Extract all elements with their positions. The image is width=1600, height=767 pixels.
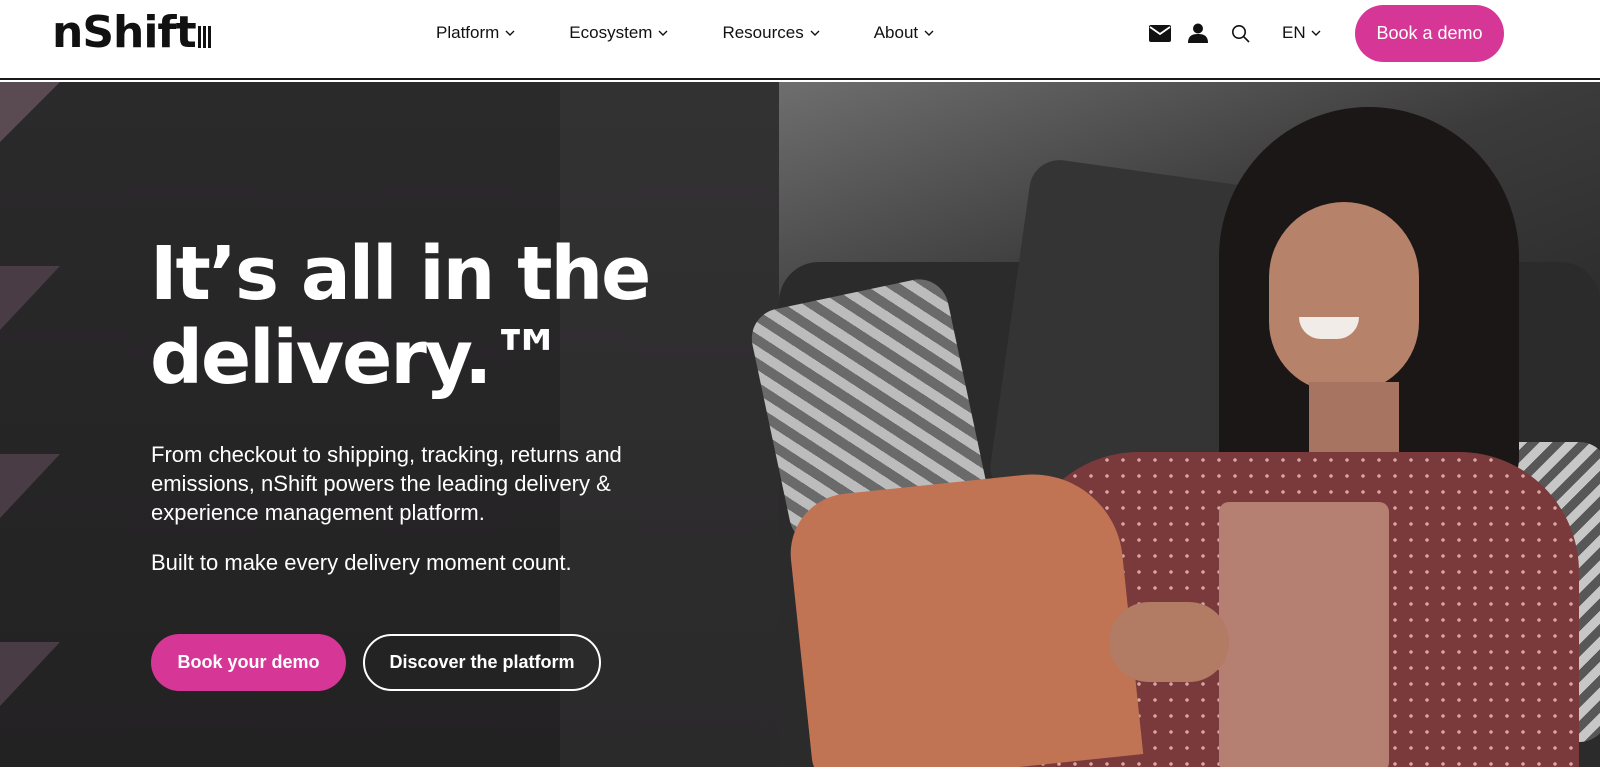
hero-headline: It’s all in the delivery.™ <box>150 232 750 400</box>
decorative-triangle <box>0 266 60 330</box>
chevron-down-icon <box>1311 30 1321 36</box>
hero-section: It’s all in the delivery.™ From checkout… <box>0 82 1600 767</box>
language-label: EN <box>1282 23 1306 42</box>
hero-photo <box>746 82 1600 767</box>
hand-shape <box>1109 602 1229 682</box>
nav-item-resources[interactable]: Resources <box>722 23 820 43</box>
headline-line-1: It’s all in the <box>150 231 651 317</box>
mail-icon[interactable] <box>1148 21 1172 45</box>
logo-wordmark: nShift <box>52 7 197 58</box>
book-your-demo-button[interactable]: Book your demo <box>151 634 346 691</box>
decorative-triangle <box>0 82 60 142</box>
chevron-down-icon <box>924 30 934 36</box>
nav-item-ecosystem[interactable]: Ecosystem <box>569 23 668 43</box>
nav-item-label: About <box>873 23 919 42</box>
face-shape <box>1269 202 1419 392</box>
user-icon[interactable] <box>1186 21 1210 45</box>
nav-item-about[interactable]: About <box>874 23 934 43</box>
top-shape <box>1219 502 1389 767</box>
header-utilities: EN <box>1148 0 1321 66</box>
search-icon[interactable] <box>1228 21 1252 45</box>
headline-line-2: delivery.™ <box>150 315 564 401</box>
discover-platform-button[interactable]: Discover the platform <box>363 634 601 691</box>
language-selector[interactable]: EN <box>1282 23 1321 43</box>
nav-item-label: Resources <box>722 23 804 42</box>
hero-description: From checkout to shipping, tracking, ret… <box>151 442 622 525</box>
nshift-logo[interactable]: nShift <box>52 8 211 58</box>
chevron-down-icon <box>810 30 820 36</box>
hero-tagline: Built to make every delivery moment coun… <box>151 550 572 575</box>
site-header: nShift Platform Ecosystem Resources Abou… <box>0 0 1600 80</box>
main-nav: Platform Ecosystem Resources About <box>436 0 988 66</box>
chevron-down-icon <box>505 30 515 36</box>
nav-item-label: Platform <box>436 23 500 42</box>
nav-item-label: Ecosystem <box>569 23 653 42</box>
chevron-down-icon <box>658 30 668 36</box>
fabric-shape <box>784 465 1144 767</box>
decorative-triangle <box>0 454 60 518</box>
book-demo-button[interactable]: Book a demo <box>1355 5 1504 62</box>
nav-item-platform[interactable]: Platform <box>436 23 515 43</box>
logo-bars-icon <box>197 26 211 48</box>
decorative-triangle <box>0 642 60 706</box>
